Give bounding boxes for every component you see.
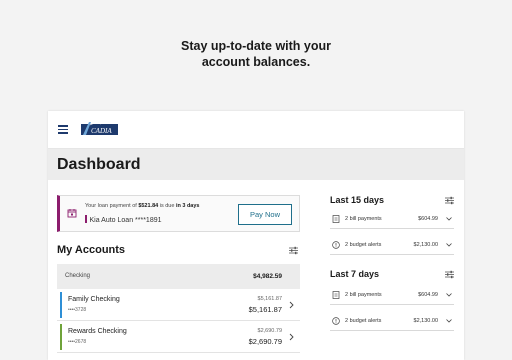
account-number: ••••2678 (68, 339, 87, 345)
svg-text:CADIA: CADIA (91, 127, 112, 135)
alert-middle: is due (158, 203, 176, 209)
chevron-down-icon (446, 217, 452, 221)
account-color-bar (60, 324, 62, 350)
alert-account-name: Kia Auto Loan ****1891 (89, 217, 162, 224)
bill-icon (332, 215, 340, 223)
alert-account: Kia Auto Loan ****1891 (85, 215, 162, 224)
top-bar: CADIA (48, 111, 464, 149)
filter-settings-icon[interactable] (445, 196, 454, 205)
summary-row-bill-payments[interactable]: 2 bill payments $604.99 (330, 285, 454, 305)
alert-message: Your loan payment of $521.84 is due in 3… (85, 203, 199, 209)
account-name: Rewards Checking (68, 328, 127, 335)
chevron-down-icon (446, 293, 452, 297)
calendar-icon (67, 209, 77, 218)
app-window: CADIA Dashboard Your loan payment of $52… (48, 111, 464, 360)
checking-group-header[interactable]: Checking $4,982.59 (57, 264, 300, 289)
left-column: Your loan payment of $521.84 is due in 3… (57, 195, 300, 353)
summary-row-bill-payments[interactable]: 2 bill payments $604.99 (330, 209, 454, 229)
summary-label: 2 bill payments (345, 292, 382, 298)
account-balance: $5,161.87 (248, 305, 282, 314)
filter-settings-icon[interactable] (289, 246, 298, 255)
account-available: $2,690.79 (257, 328, 282, 334)
summary-row-budget-alerts[interactable]: 2 budget alerts $2,130.00 (330, 235, 454, 255)
summary-label: 2 budget alerts (345, 242, 382, 248)
last-7-days-title: Last 7 days (330, 269, 380, 279)
headline-line-1: Stay up-to-date with your (181, 39, 331, 53)
dashboard-header: Dashboard (48, 149, 464, 180)
summary-label: 2 bill payments (345, 216, 382, 222)
group-total: $4,982.59 (253, 273, 282, 280)
acadia-logo[interactable]: CADIA (81, 122, 118, 136)
alert-due: in 3 days (175, 203, 200, 209)
loan-payment-alert: Your loan payment of $521.84 is due in 3… (57, 195, 300, 232)
last-15-days-title: Last 15 days (330, 195, 385, 205)
headline-line-2: account balances. (201, 55, 311, 69)
chevron-right-icon (289, 333, 294, 341)
account-color-bar (60, 292, 62, 318)
summary-label: 2 budget alerts (345, 318, 382, 324)
account-number: ••••3728 (68, 307, 87, 313)
chevron-down-icon (446, 243, 452, 247)
account-available: $5,161.87 (257, 296, 282, 302)
account-balance: $2,690.79 (248, 337, 282, 346)
alert-account-marker (85, 215, 87, 223)
promo-headline: Stay up-to-date with your account balanc… (0, 38, 512, 70)
hamburger-menu-icon[interactable] (58, 125, 68, 134)
filter-settings-icon[interactable] (445, 270, 454, 279)
alert-circle-icon (332, 241, 340, 249)
my-accounts-title: My Accounts (57, 244, 126, 256)
summary-amount: $2,130.00 (413, 318, 438, 324)
chevron-right-icon (289, 301, 294, 309)
chevron-down-icon (446, 319, 452, 323)
summary-amount: $604.99 (418, 216, 438, 222)
account-name: Family Checking (68, 296, 120, 303)
pay-now-button[interactable]: Pay Now (238, 204, 292, 225)
summary-amount: $604.99 (418, 292, 438, 298)
summary-row-budget-alerts[interactable]: 2 budget alerts $2,130.00 (330, 311, 454, 331)
account-row-family-checking[interactable]: Family Checking ••••3728 $5,161.87 $5,16… (57, 289, 300, 321)
account-row-rewards-checking[interactable]: Rewards Checking ••••2678 $2,690.79 $2,6… (57, 321, 300, 353)
alert-amount: $521.84 (138, 203, 159, 209)
page-title: Dashboard (57, 156, 141, 173)
alert-prefix: Your loan payment of (85, 203, 139, 209)
alert-circle-icon (332, 317, 340, 325)
group-label: Checking (65, 273, 91, 279)
bill-icon (332, 291, 340, 299)
summary-amount: $2,130.00 (413, 242, 438, 248)
